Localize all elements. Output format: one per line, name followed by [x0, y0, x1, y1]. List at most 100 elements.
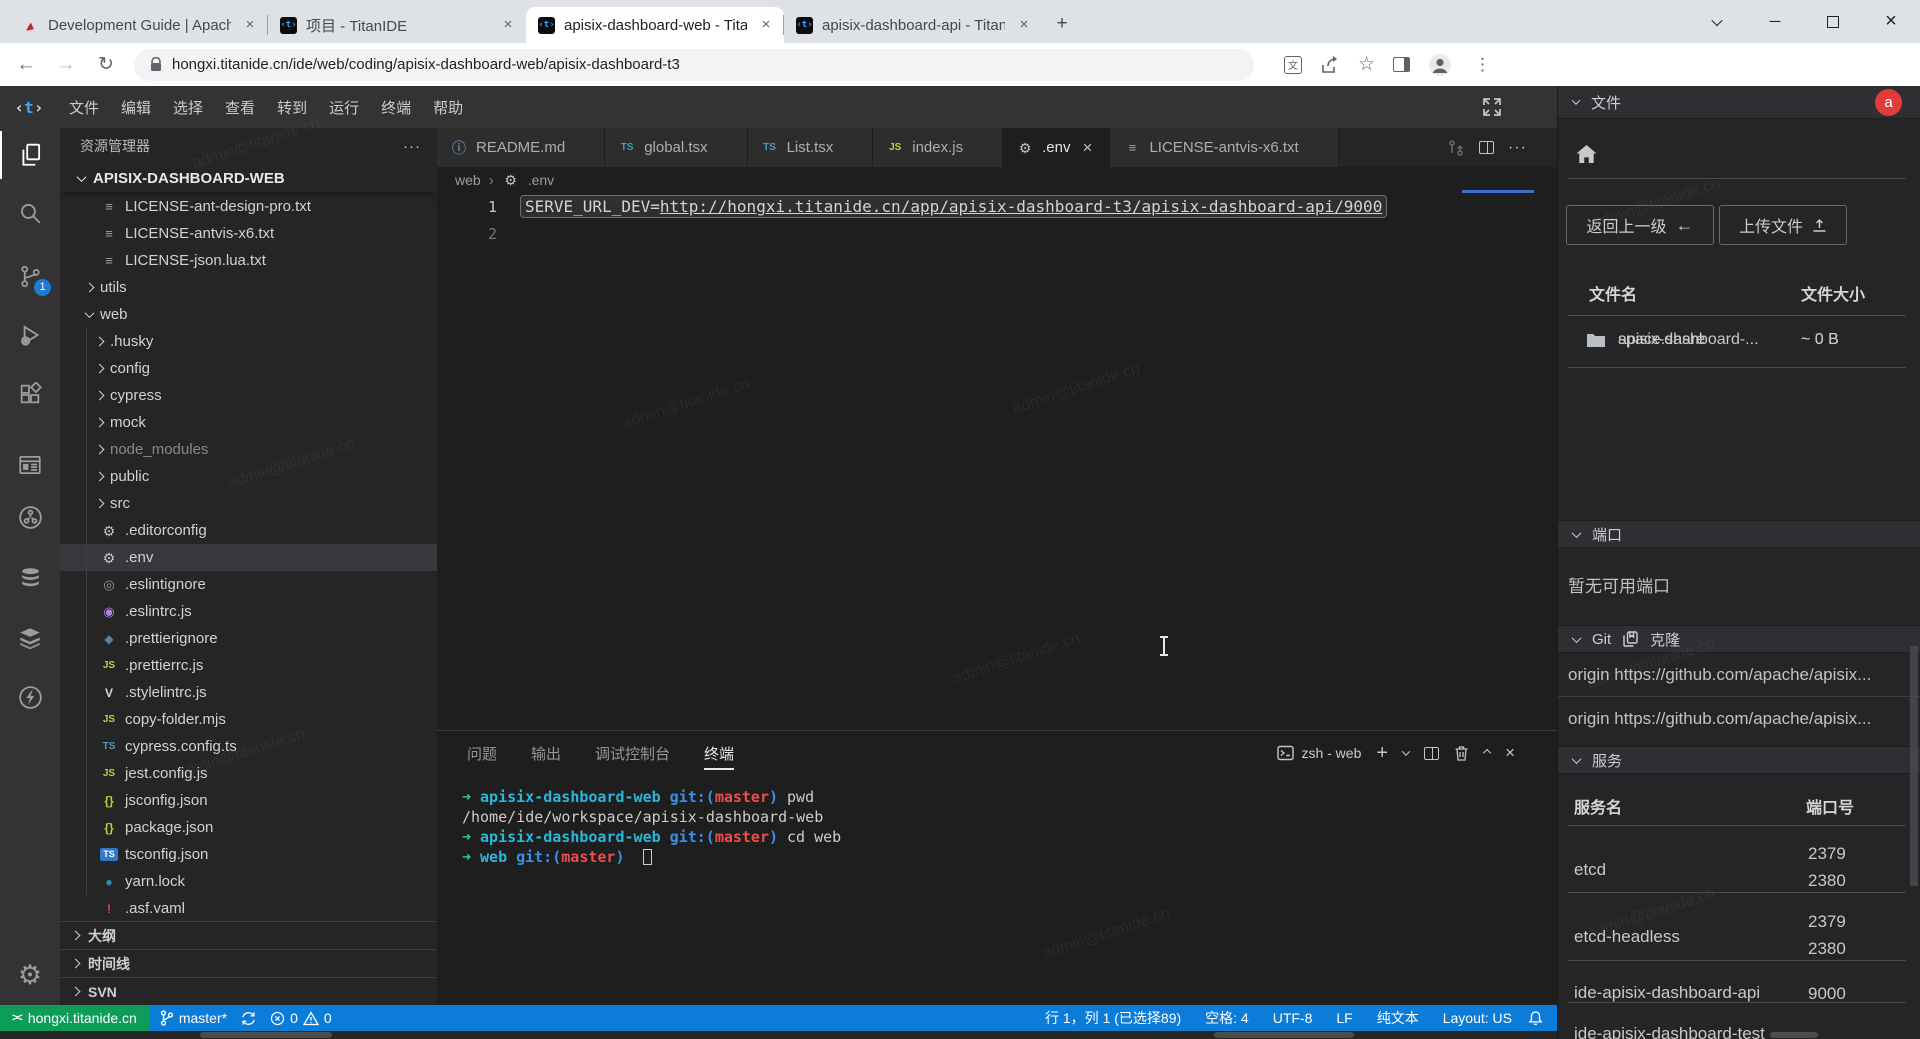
extensions-icon[interactable]: [0, 370, 60, 418]
env-url-link[interactable]: http://hongxi.titanide.cn/app/apisix-das…: [660, 197, 1382, 216]
panel-tab[interactable]: 输出: [531, 731, 561, 775]
tree-item[interactable]: TS tsconfig.json: [60, 841, 437, 868]
tree-item[interactable]: JS .prettierrc.js: [60, 652, 437, 679]
browser-kebab-menu-icon[interactable]: ⋮: [1470, 55, 1495, 75]
sync-button[interactable]: [234, 1005, 263, 1031]
tree-item[interactable]: mock: [60, 409, 437, 436]
menubar-item[interactable]: 转到: [266, 92, 318, 123]
breadcrumb-file[interactable]: .env: [528, 172, 554, 188]
translate-icon[interactable]: 文: [1284, 56, 1302, 74]
browser-tab[interactable]: Development Guide | Apache ×: [10, 7, 268, 43]
minimize-button[interactable]: ─: [1746, 0, 1804, 43]
editor-tab[interactable]: JS index.js ×: [873, 128, 1003, 167]
file-row[interactable]: space.share ~ 0 B: [1558, 317, 1920, 367]
tab-close-icon[interactable]: ×: [498, 15, 518, 35]
new-terminal-icon[interactable]: +: [1376, 743, 1388, 763]
tree-item[interactable]: config: [60, 355, 437, 382]
status-bar-item[interactable]: 纯文本: [1369, 1005, 1427, 1031]
status-bar-item[interactable]: 空格: 4: [1197, 1005, 1257, 1031]
compare-changes-icon[interactable]: [1447, 139, 1465, 157]
tree-item[interactable]: JS jest.config.js: [60, 760, 437, 787]
menubar-item[interactable]: 查看: [214, 92, 266, 123]
files-section-header[interactable]: 文件 a: [1558, 86, 1920, 119]
browser-tab[interactable]: apisix-dashboard-api - TitanID ×: [784, 7, 1042, 43]
close-window-button[interactable]: ×: [1862, 0, 1920, 43]
menubar-item[interactable]: 终端: [370, 92, 422, 123]
problems-status[interactable]: 0 0: [263, 1005, 339, 1031]
services-section-header[interactable]: 服务: [1558, 746, 1920, 774]
status-bar-item[interactable]: UTF-8: [1265, 1005, 1321, 1031]
browser-menu-chevron-icon[interactable]: [1688, 0, 1746, 43]
tree-item[interactable]: web: [60, 301, 437, 328]
settings-gear-icon[interactable]: ⚙: [0, 951, 60, 999]
browser-tab[interactable]: apisix-dashboard-web - TitanI ×: [526, 7, 784, 43]
share-icon[interactable]: [1320, 56, 1340, 74]
reload-icon[interactable]: ↻: [94, 53, 118, 76]
editor-tab[interactable]: TS List.tsx ×: [748, 128, 874, 167]
editor-tab[interactable]: ⚙ .env ×: [1003, 128, 1110, 167]
panel-tab[interactable]: 调试控制台: [595, 731, 670, 775]
source-control-icon[interactable]: 1: [0, 252, 60, 300]
side-panel-icon[interactable]: [1393, 57, 1410, 72]
tree-item[interactable]: public: [60, 463, 437, 490]
tree-item[interactable]: ≡ LICENSE-antvis-x6.txt: [60, 220, 437, 247]
tree-item[interactable]: cypress: [60, 382, 437, 409]
editor-tab[interactable]: TS global.tsx ×: [605, 128, 747, 167]
address-bar[interactable]: hongxi.titanide.cn/ide/web/coding/apisix…: [134, 49, 1254, 81]
tree-item[interactable]: V .stylelintrc.js: [60, 679, 437, 706]
menubar-item[interactable]: 帮助: [422, 92, 474, 123]
sidebar-section-header[interactable]: SVN: [60, 977, 437, 1005]
tree-item[interactable]: JS copy-folder.mjs: [60, 706, 437, 733]
scrollbar-thumb[interactable]: [1910, 646, 1918, 886]
tab-close-icon[interactable]: ×: [756, 15, 776, 35]
tree-item[interactable]: ≡ LICENSE-json.lua.txt: [60, 247, 437, 274]
split-terminal-icon[interactable]: [1424, 747, 1439, 760]
close-panel-icon[interactable]: ×: [1505, 743, 1515, 763]
tree-item[interactable]: ● yarn.lock: [60, 868, 437, 895]
status-bar-item[interactable]: Layout: US: [1435, 1005, 1520, 1031]
explorer-icon[interactable]: [0, 131, 60, 179]
forward-icon[interactable]: →: [54, 54, 78, 76]
status-bar-item[interactable]: 行 1，列 1 (已选择89): [1037, 1005, 1189, 1031]
terminal-dropdown-icon[interactable]: [1402, 747, 1410, 755]
layers-icon[interactable]: [0, 614, 60, 662]
tree-item[interactable]: node_modules: [60, 436, 437, 463]
repository-icon[interactable]: [0, 493, 60, 541]
fullscreen-icon[interactable]: [1482, 97, 1502, 117]
tree-item[interactable]: ◉ .eslintrc.js: [60, 598, 437, 625]
split-editor-icon[interactable]: [1479, 141, 1494, 154]
breadcrumb[interactable]: web › ⚙ .env: [437, 167, 1557, 193]
breadcrumb-folder[interactable]: web: [455, 172, 481, 188]
ports-section-header[interactable]: 端口: [1558, 520, 1920, 548]
panel-tab[interactable]: 终端: [704, 731, 734, 775]
tree-item[interactable]: utils: [60, 274, 437, 301]
shell-selector[interactable]: zsh - web: [1277, 745, 1361, 761]
close-icon[interactable]: ×: [1078, 138, 1096, 158]
editor-tab[interactable]: ≡ LICENSE-antvis-x6.txt ×: [1110, 128, 1338, 167]
explorer-more-actions-icon[interactable]: ···: [403, 138, 421, 155]
power-icon[interactable]: [0, 673, 60, 721]
menubar-item[interactable]: 编辑: [110, 92, 162, 123]
git-remote[interactable]: origin https://github.com/apache/apisix.…: [1558, 653, 1920, 696]
user-avatar[interactable]: a: [1875, 89, 1902, 116]
tree-item[interactable]: .husky: [60, 328, 437, 355]
tree-item[interactable]: ◆ .prettierignore: [60, 625, 437, 652]
tree-root[interactable]: APISIX-DASHBOARD-WEB: [60, 164, 437, 192]
tree-item[interactable]: src: [60, 490, 437, 517]
menubar-item[interactable]: 文件: [58, 92, 110, 123]
run-and-debug-icon[interactable]: [0, 311, 60, 359]
go-up-button[interactable]: 返回上一级←: [1566, 205, 1714, 245]
bookmark-star-icon[interactable]: ☆: [1358, 53, 1375, 76]
tree-item[interactable]: ≡ LICENSE-ant-design-pro.txt: [60, 193, 437, 220]
browser-tab[interactable]: 项目 - TitanIDE ×: [268, 7, 526, 43]
back-icon[interactable]: ←: [14, 54, 38, 76]
git-branch-status[interactable]: master*: [153, 1005, 234, 1031]
database-icon[interactable]: [0, 554, 60, 602]
remote-indicator[interactable]: >< hongxi.titanide.cn: [0, 1005, 149, 1031]
tab-close-icon[interactable]: ×: [1014, 15, 1034, 35]
kill-terminal-icon[interactable]: [1454, 745, 1469, 761]
tree-item[interactable]: ⚙ .env: [60, 544, 437, 571]
editor-tab[interactable]: ⓘ README.md ×: [437, 128, 605, 167]
terminal-output-area[interactable]: ➜apisix-dashboard-webgit:(master)pwd/hom…: [462, 787, 841, 867]
sidebar-section-header[interactable]: 时间线: [60, 949, 437, 977]
